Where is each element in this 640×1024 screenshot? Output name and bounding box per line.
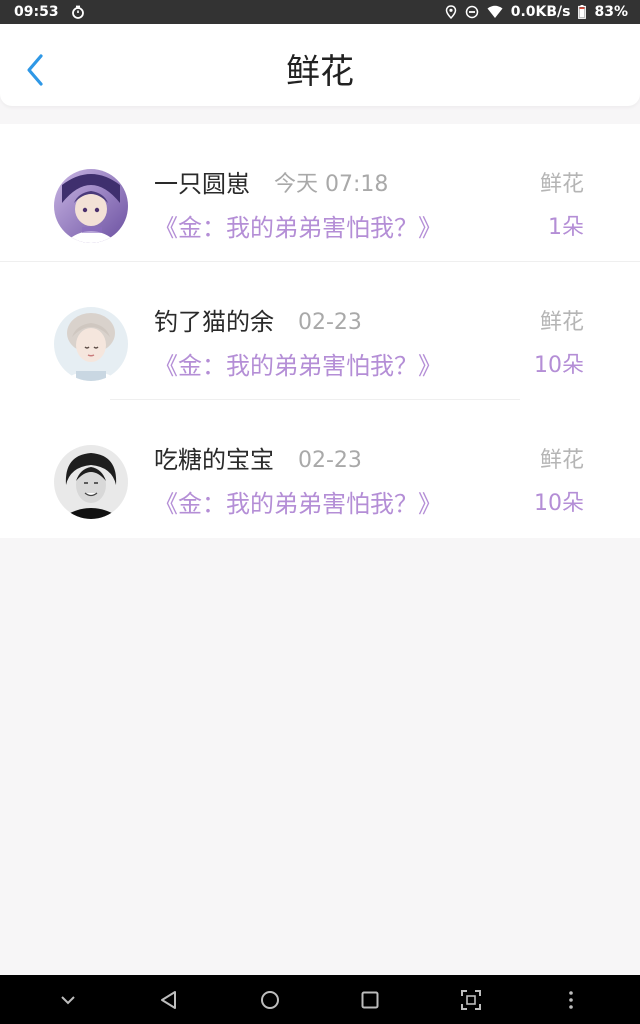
battery-icon: [578, 5, 587, 19]
gift-count: 10朵: [534, 491, 584, 516]
avatar[interactable]: [54, 307, 128, 381]
recents-nav-button[interactable]: [345, 975, 395, 1024]
user-name: 一只圆崽: [154, 170, 250, 198]
more-nav-button[interactable]: [546, 975, 596, 1024]
chevron-down-icon: [61, 995, 75, 1004]
user-name: 吃糖的宝宝: [154, 446, 274, 474]
stopwatch-icon: [71, 5, 85, 19]
gift-count: 10朵: [534, 353, 584, 378]
gift-type: 鲜花: [539, 448, 584, 473]
record-time: 今天 07:18: [274, 172, 389, 197]
gift-type: 鲜花: [539, 172, 584, 197]
list-item[interactable]: 钓了猫的余 02-23 《金：我的弟弟害怕我？》 鲜花 10朵: [0, 262, 640, 400]
status-time: 09:53: [14, 4, 59, 20]
do-not-disturb-icon: [465, 5, 479, 19]
gift-type: 鲜花: [539, 310, 584, 335]
network-speed: 0.0KB/s: [510, 4, 571, 20]
book-title: 《金：我的弟弟害怕我？》: [154, 490, 442, 518]
app-header: 鲜花: [0, 24, 640, 106]
navigation-bar: [0, 975, 640, 1024]
list-item[interactable]: 一只圆崽 今天 07:18 《金：我的弟弟害怕我？》 鲜花 1朵: [0, 124, 640, 262]
more-dots-icon: [569, 990, 573, 1009]
record-time: 02-23: [298, 310, 362, 335]
screenshot-nav-button[interactable]: [446, 975, 496, 1024]
status-bar: 09:53 0.0KB/s 83%: [0, 0, 640, 24]
location-icon: [445, 5, 457, 19]
list-item[interactable]: 吃糖的宝宝 02-23 《金：我的弟弟害怕我？》 鲜花 10朵: [0, 400, 640, 538]
status-right: 0.0KB/s 83%: [445, 0, 628, 24]
book-title: 《金：我的弟弟害怕我？》: [154, 214, 442, 242]
gift-record-list: 一只圆崽 今天 07:18 《金：我的弟弟害怕我？》 鲜花 1朵 钓了猫的余 0…: [0, 124, 640, 538]
avatar[interactable]: [54, 169, 128, 243]
wifi-icon: [487, 5, 503, 19]
hide-nav-button[interactable]: [43, 975, 93, 1024]
page-title: 鲜花: [286, 52, 354, 92]
screen: 09:53 0.0KB/s 83% 鲜花 一只圆崽 今天 07:18 《金：我的…: [0, 0, 640, 1024]
record-time: 02-23: [298, 448, 362, 473]
home-nav-button[interactable]: [245, 975, 295, 1024]
avatar[interactable]: [54, 445, 128, 519]
gift-count: 1朵: [548, 215, 584, 240]
home-circle-icon: [261, 990, 279, 1009]
battery-percent: 83%: [594, 4, 628, 20]
book-title: 《金：我的弟弟害怕我？》: [154, 352, 442, 380]
back-nav-button[interactable]: [144, 975, 194, 1024]
recents-square-icon: [361, 991, 379, 1008]
screenshot-icon: [461, 989, 481, 1010]
back-triangle-icon: [161, 990, 176, 1009]
status-left: 09:53: [14, 0, 85, 24]
user-name: 钓了猫的余: [154, 308, 274, 336]
